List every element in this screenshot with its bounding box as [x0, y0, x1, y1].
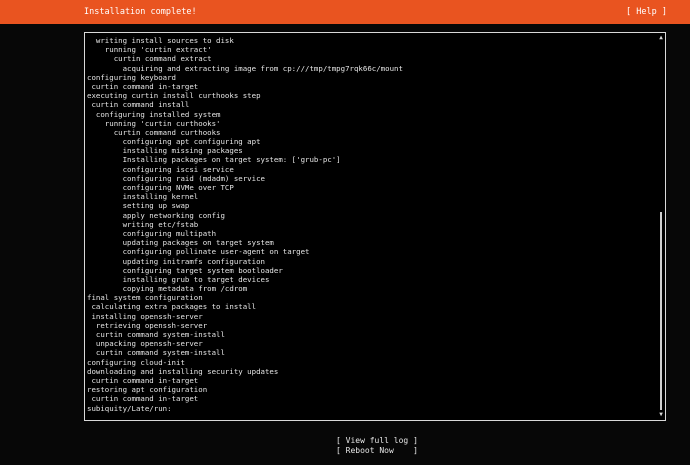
- scroll-down-arrow-icon[interactable]: ▼: [658, 412, 664, 418]
- log-line: configuring apt configuring apt: [87, 137, 261, 147]
- log-line: configuring installed system: [87, 109, 221, 119]
- log-line: curtin command extract: [87, 54, 212, 64]
- log-line: configuring cloud-init: [87, 357, 185, 367]
- log-line: setting up swap: [87, 201, 190, 211]
- log-line: updating packages on target system: [87, 238, 274, 248]
- log-line: subiquity/Late/run:: [87, 403, 172, 413]
- action-buttons: [ View full log ] [ Reboot Now ]: [336, 436, 418, 456]
- log-line: installing openssh-server: [87, 311, 203, 321]
- log-line: executing curtin install curthooks step: [87, 91, 261, 101]
- log-line: configuring raid (mdadm) service: [87, 173, 265, 183]
- log-line: installing missing packages: [87, 146, 243, 156]
- log-line: configuring pollinate user-agent on targ…: [87, 247, 310, 257]
- log-scrollbar[interactable]: ▲ ▼: [658, 35, 664, 418]
- log-line: calculating extra packages to install: [87, 302, 257, 312]
- log-line: Installing packages on target system: ['…: [87, 155, 341, 165]
- log-line: writing etc/fstab: [87, 219, 199, 229]
- log-line: running 'curtin curthooks': [87, 118, 221, 128]
- log-line: configuring target system bootloader: [87, 265, 283, 275]
- view-full-log-button[interactable]: [ View full log ]: [336, 436, 418, 446]
- log-line: curtin command curthooks: [87, 127, 221, 137]
- log-line: apply networking config: [87, 210, 225, 220]
- log-line: installing grub to target devices: [87, 274, 270, 284]
- scroll-up-arrow-icon[interactable]: ▲: [658, 35, 664, 41]
- header-bar: Installation complete! [ Help ]: [0, 0, 690, 24]
- log-line: curtin command system-install: [87, 330, 225, 339]
- log-line: acquiring and extracting image from cp:/…: [87, 63, 403, 73]
- log-line: retrieving openssh-server: [87, 320, 208, 330]
- log-line: curtin command in-target: [87, 81, 199, 91]
- log-line: curtin command in-target: [87, 375, 199, 385]
- log-line: final system configuration: [87, 293, 203, 303]
- log-line: unpacking openssh-server: [87, 339, 203, 349]
- log-line: downloading and installing security upda…: [87, 366, 279, 376]
- log-line: configuring multipath: [87, 228, 217, 238]
- scrollbar-track[interactable]: [660, 43, 662, 410]
- log-line: curtin command system-install: [87, 348, 225, 358]
- log-line: copying metadata from /cdrom: [87, 284, 248, 294]
- scrollbar-thumb[interactable]: [660, 211, 662, 410]
- log-line: configuring iscsi service: [87, 164, 234, 174]
- install-log: writing install sources to disk running …: [87, 36, 657, 413]
- log-line: updating initramfs configuration: [87, 256, 265, 266]
- log-line: running 'curtin extract': [87, 45, 212, 55]
- reboot-now-button[interactable]: [ Reboot Now ]: [336, 446, 418, 456]
- log-line: configuring NVMe over TCP: [87, 183, 234, 192]
- log-line: restoring apt configuration: [87, 385, 208, 395]
- log-line: curtin command install: [87, 100, 190, 110]
- log-line: configuring keyboard: [87, 72, 176, 82]
- help-button[interactable]: [ Help ]: [626, 0, 667, 24]
- log-line: installing kernel: [87, 192, 199, 202]
- page-title: Installation complete!: [84, 7, 197, 17]
- install-log-panel[interactable]: writing install sources to disk running …: [84, 32, 666, 421]
- log-line: writing install sources to disk: [87, 36, 234, 45]
- log-line: curtin command in-target: [87, 394, 199, 404]
